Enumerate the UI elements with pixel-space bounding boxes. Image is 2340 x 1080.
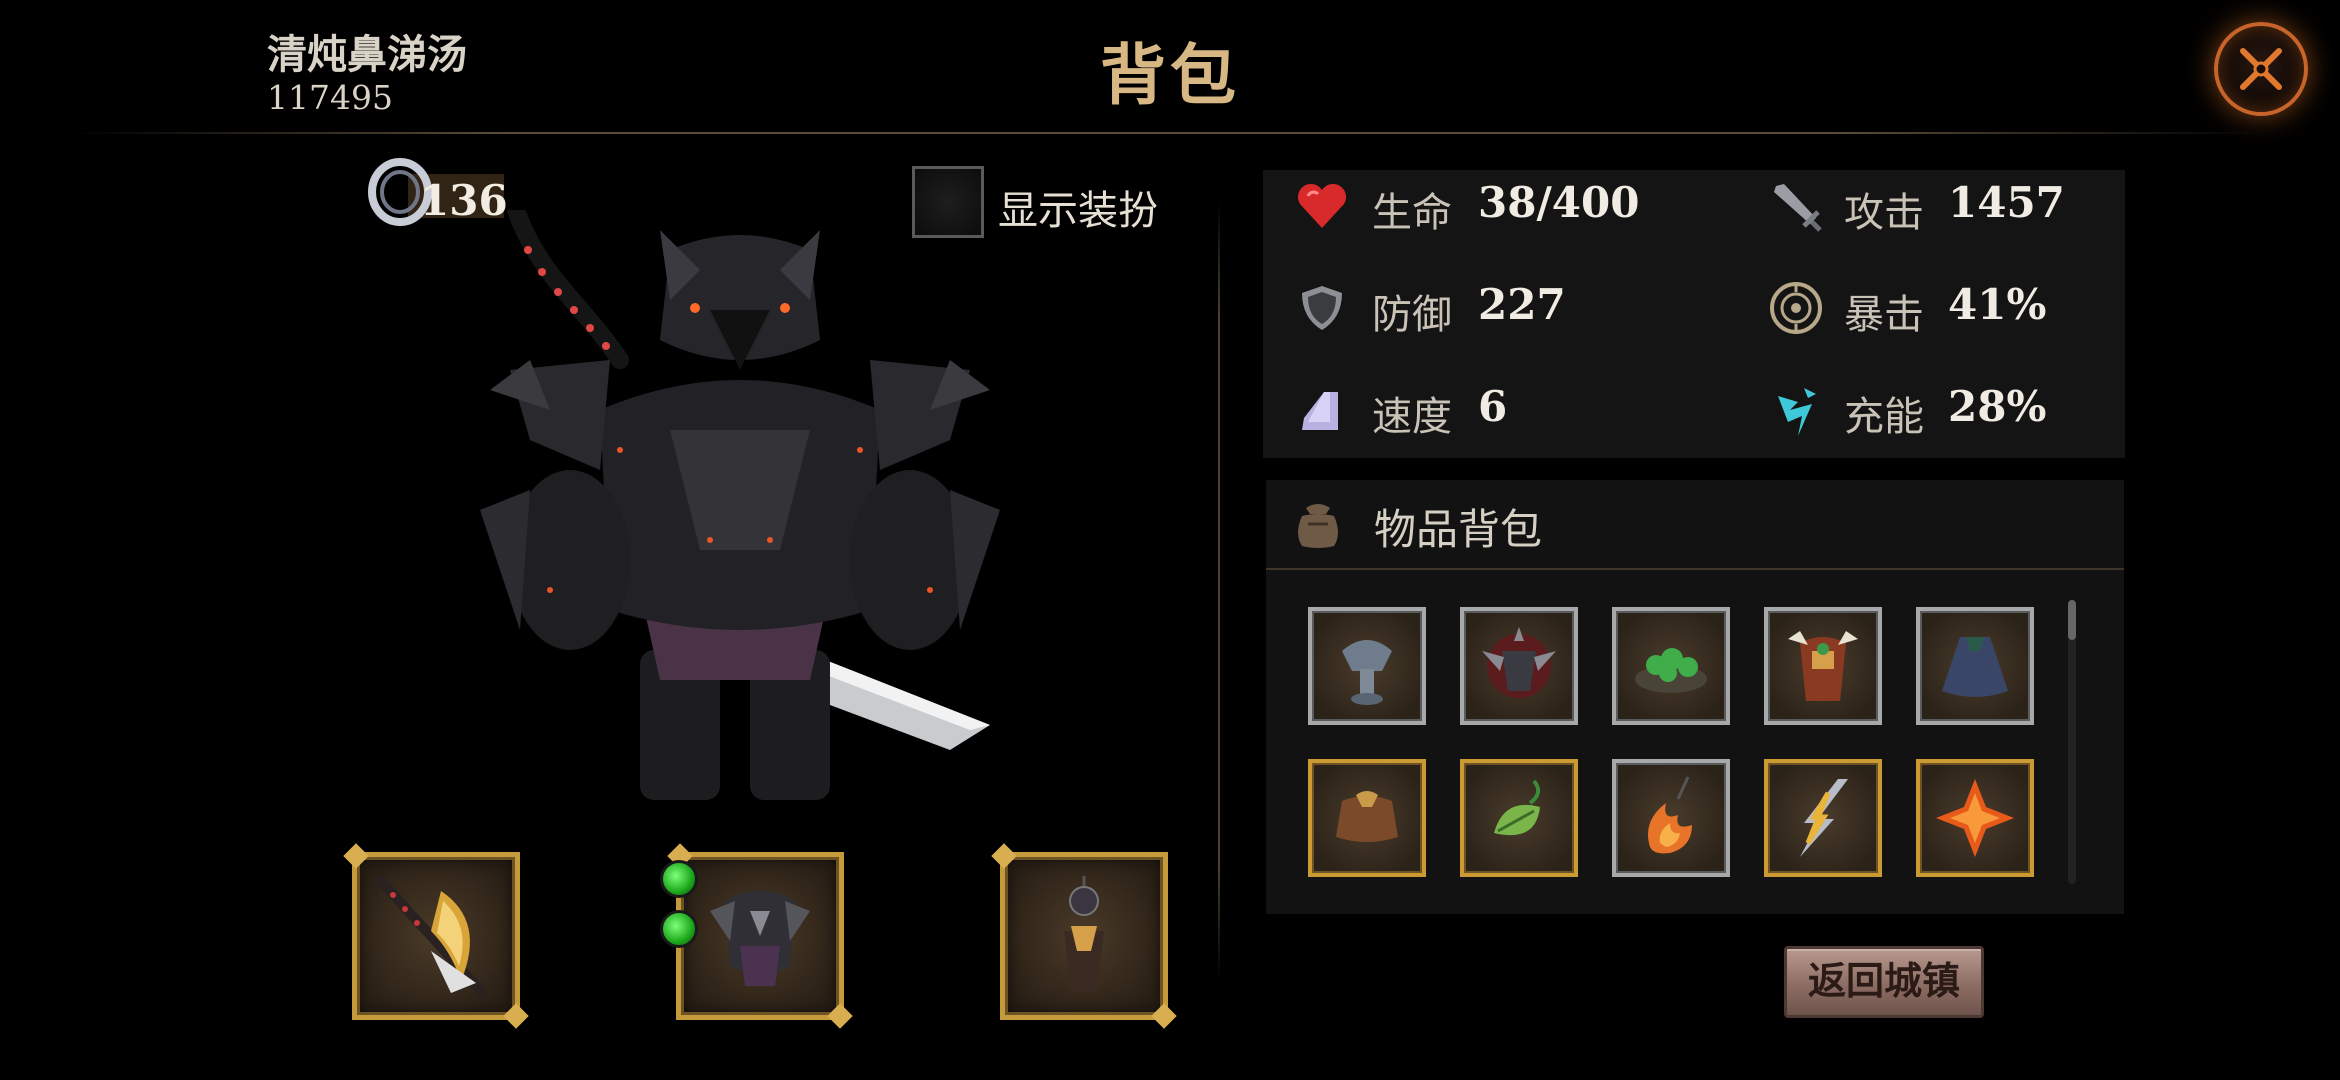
crit-icon: [1770, 282, 1822, 334]
inventory-item-iron-helmet[interactable]: [1308, 607, 1426, 725]
inventory-item-tribal-armor[interactable]: [1764, 607, 1882, 725]
close-button[interactable]: [2214, 22, 2308, 116]
inventory-item-leaf-amulet[interactable]: [1460, 759, 1578, 877]
inventory-header-divider: [1266, 568, 2124, 570]
stat-label-attack: 攻击: [1844, 190, 1924, 236]
inventory-item-brown-cloak[interactable]: [1308, 759, 1426, 877]
bag-icon: [1298, 504, 1338, 548]
inventory-item-flame-necklace[interactable]: [1612, 759, 1730, 877]
character-model: [480, 210, 1000, 800]
stat-value-hp: 38/400: [1478, 178, 1640, 227]
energy-icon: [1778, 388, 1816, 436]
spiked-shoulder-icon: [1482, 627, 1556, 698]
stat-value-speed: 6: [1478, 382, 1508, 431]
stat-value-crit: 41%: [1948, 280, 2047, 329]
leaf-amulet-icon: [1494, 779, 1541, 836]
iron-helmet-icon: [1342, 640, 1392, 705]
equip-slot-weapon[interactable]: [352, 852, 520, 1020]
header-divider: [70, 132, 2270, 134]
shield-icon: [1302, 286, 1342, 330]
equip-slot-accessory[interactable]: [1000, 852, 1168, 1020]
boot-icon: [1302, 392, 1338, 430]
stat-label-hp: 生命: [1372, 190, 1452, 236]
dark-amulet-icon: [1064, 876, 1104, 991]
inventory-item-spiked-shoulder[interactable]: [1460, 607, 1578, 725]
panel-divider: [1218, 200, 1220, 980]
dark-cloak-icon: [1942, 637, 2008, 697]
return-to-town-button[interactable]: 返回城镇: [1784, 946, 1984, 1018]
stat-label-crit: 暴击: [1844, 292, 1924, 338]
stat-label-energy: 充能: [1844, 394, 1924, 440]
green-gem-plate-icon: [1635, 648, 1707, 693]
gem-socket-1: [660, 860, 698, 898]
stat-label-defense: 防御: [1372, 292, 1452, 338]
inventory-scroll-thumb[interactable]: [2068, 600, 2076, 640]
page-title: 背包: [1100, 36, 1240, 114]
tribal-armor-icon: [1788, 631, 1858, 701]
stat-label-speed: 速度: [1372, 394, 1452, 440]
sword-icon: [1774, 184, 1822, 232]
inventory-item-green-gem-plate[interactable]: [1612, 607, 1730, 725]
dark-armor-icon: [710, 891, 810, 986]
gem-socket-2: [660, 910, 698, 948]
equip-slot-armor[interactable]: [676, 852, 844, 1020]
lightning-blade-icon: [1800, 779, 1848, 857]
stat-value-defense: 227: [1478, 280, 1566, 329]
flame-necklace-icon: [1648, 776, 1692, 854]
stat-value-energy: 28%: [1948, 382, 2047, 431]
show-costume-label: 显示装扮: [998, 188, 1158, 234]
inventory-scrollbar[interactable]: [2068, 600, 2076, 884]
brown-cloak-icon: [1336, 791, 1398, 842]
heart-icon: [1297, 183, 1347, 228]
scythe-blade-icon: [376, 876, 486, 996]
inventory-item-dark-cloak[interactable]: [1916, 607, 2034, 725]
inventory-item-fire-shuriken[interactable]: [1916, 759, 2034, 877]
inventory-title: 物品背包: [1374, 505, 1543, 554]
stat-value-attack: 1457: [1948, 178, 2065, 227]
inventory-item-lightning-blade[interactable]: [1764, 759, 1882, 877]
close-icon: [2240, 48, 2282, 90]
fire-shuriken-icon: [1936, 779, 2014, 857]
